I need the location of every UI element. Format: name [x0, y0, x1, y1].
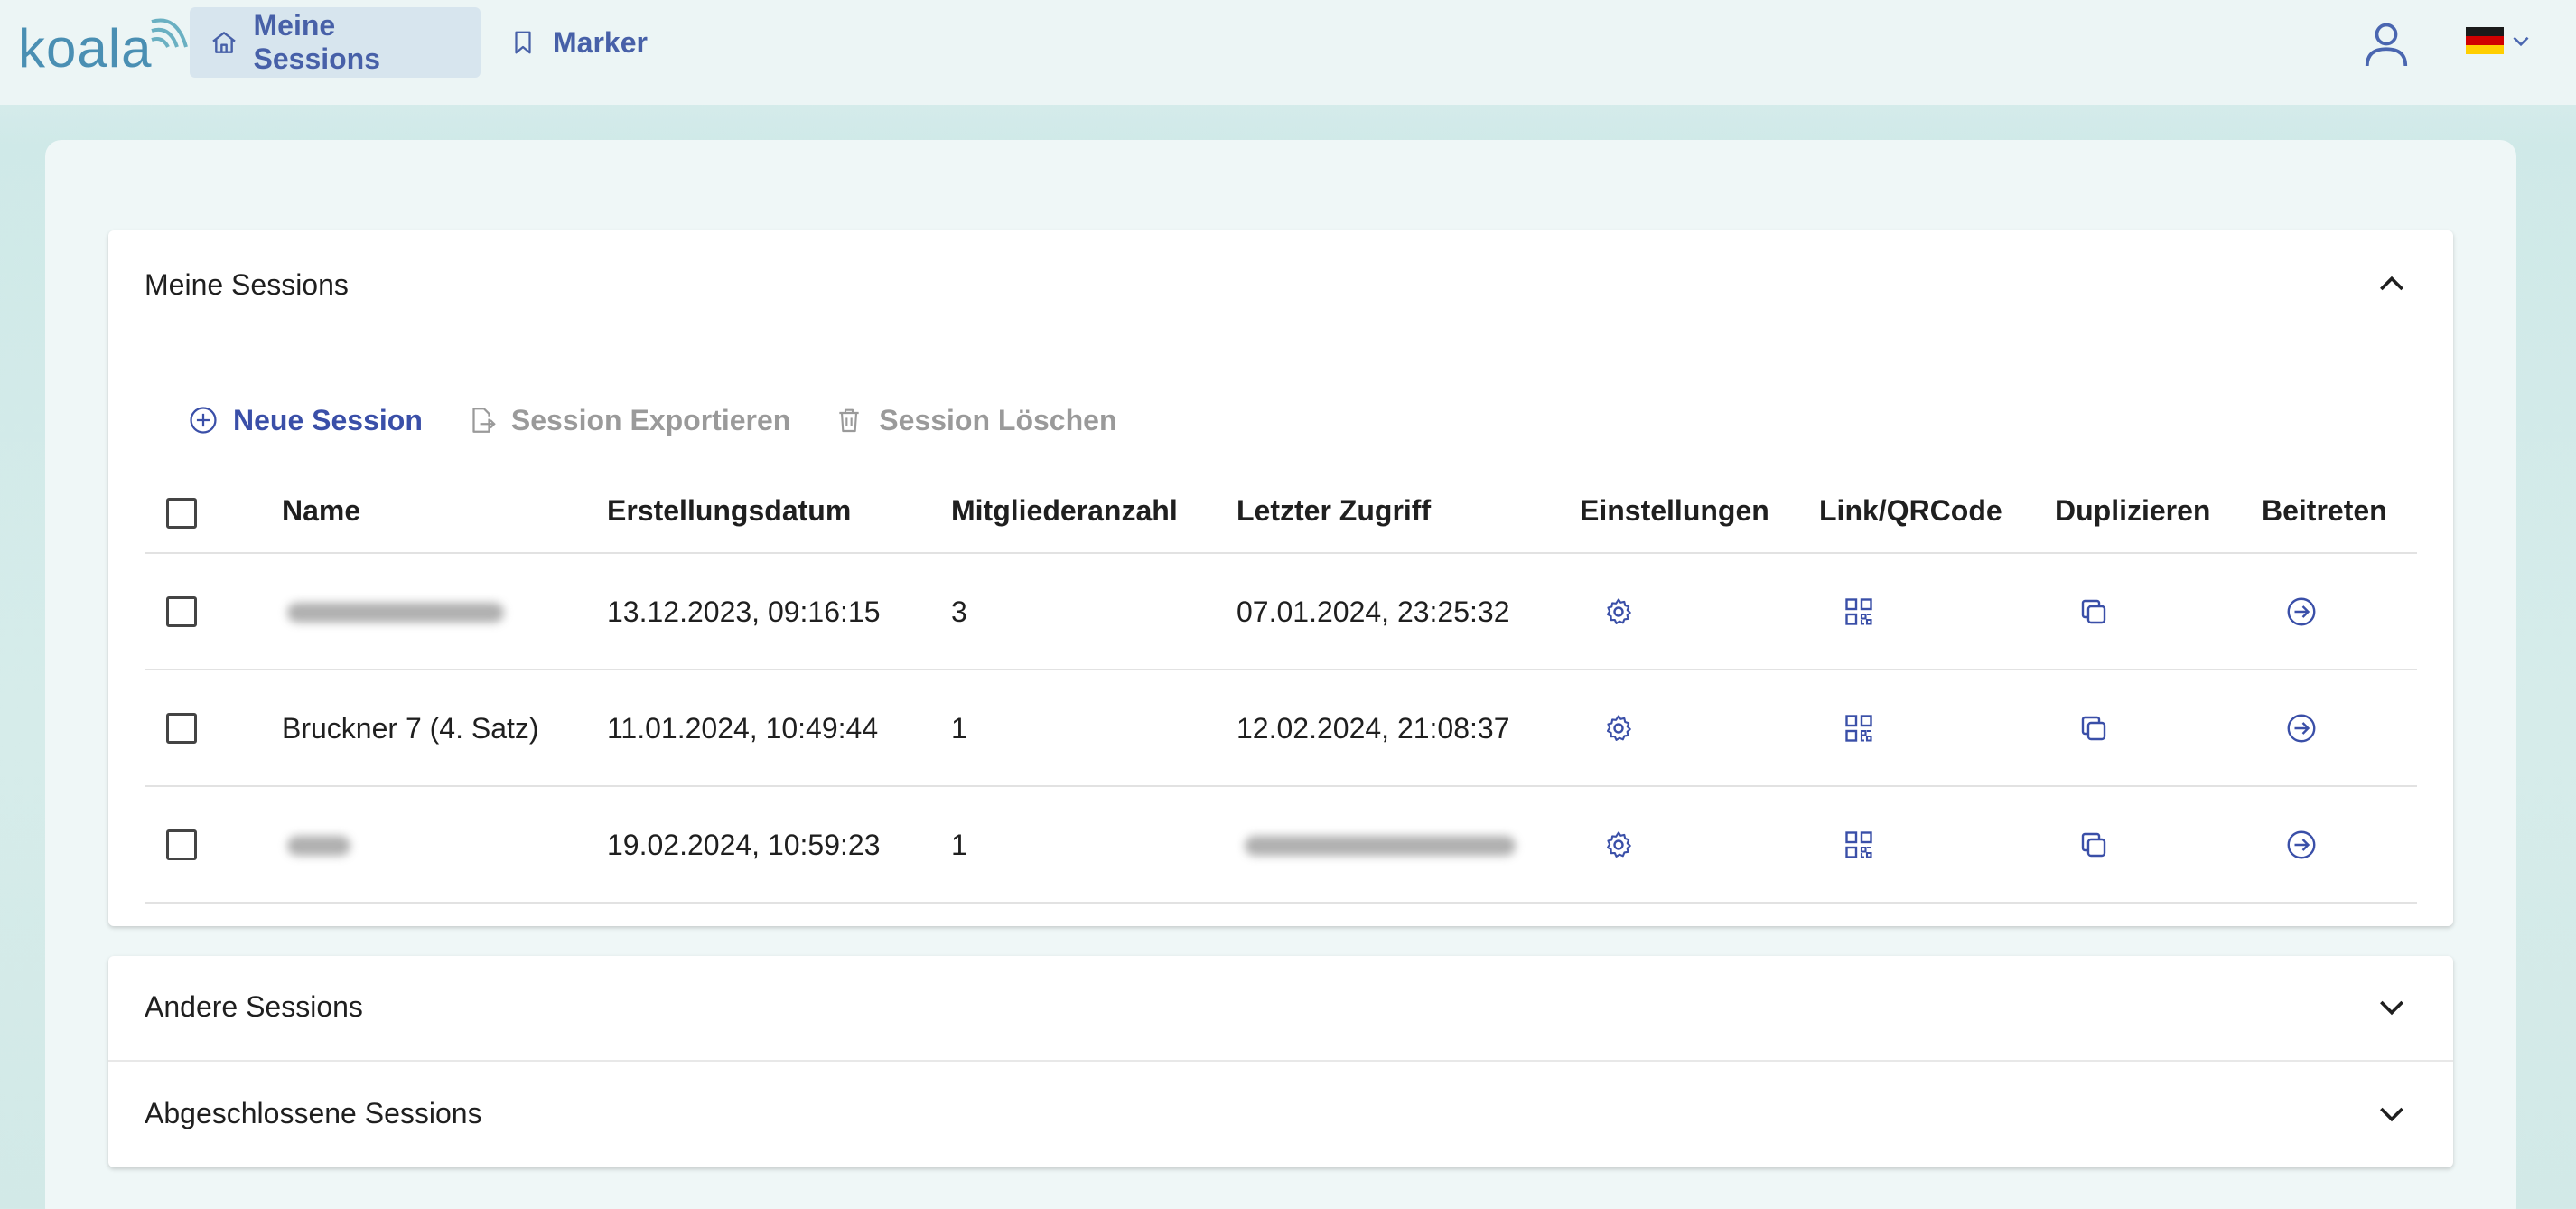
column-header-created[interactable]: Erstellungsdatum — [607, 494, 851, 528]
join-arrow-icon[interactable] — [2283, 827, 2319, 863]
row-created: 11.01.2024, 10:49:44 — [607, 712, 879, 745]
delete-session-button[interactable]: Session Löschen — [832, 403, 1116, 437]
duplicate-icon[interactable] — [2076, 710, 2112, 746]
nav-marker[interactable]: Marker — [488, 7, 667, 78]
panel-divider — [108, 1060, 2453, 1062]
chevron-down-icon[interactable] — [2374, 1095, 2410, 1131]
column-header-link: Link/QRCode — [1819, 494, 2002, 527]
chevron-up-icon[interactable] — [2374, 267, 2410, 303]
koala-logo[interactable]: koala — [18, 13, 188, 79]
table-divider — [145, 669, 2417, 670]
column-header-join: Beitreten — [2262, 494, 2387, 527]
bookmark-icon — [508, 27, 538, 58]
row-created: 13.12.2023, 09:16:15 — [607, 595, 881, 628]
settings-gear-icon[interactable] — [1601, 827, 1637, 863]
export-icon — [464, 403, 499, 437]
row-last-access: 07.01.2024, 23:25:32 — [1237, 595, 1510, 628]
column-header-last-access[interactable]: Letzter Zugriff — [1237, 494, 1431, 528]
de-flag-icon — [2466, 27, 2504, 54]
join-arrow-icon[interactable] — [2283, 594, 2319, 630]
join-arrow-icon[interactable] — [2283, 710, 2319, 746]
delete-session-label: Session Löschen — [879, 403, 1117, 436]
session-toolbar: Neue Session Session Exportieren Session… — [186, 393, 1158, 447]
row-members: 1 — [951, 829, 967, 861]
qr-code-icon[interactable] — [1841, 594, 1877, 630]
table-divider — [145, 785, 2417, 787]
select-all-checkbox[interactable] — [166, 498, 197, 529]
redacted-name — [287, 603, 504, 623]
logo-text: koala — [18, 18, 153, 79]
row-members: 3 — [951, 595, 967, 628]
redacted-name — [287, 836, 350, 856]
export-session-label: Session Exportieren — [510, 403, 791, 436]
qr-code-icon[interactable] — [1841, 710, 1877, 746]
signal-waves-icon — [151, 18, 188, 48]
redacted-last-access — [1245, 836, 1516, 856]
duplicate-icon[interactable] — [2076, 594, 2112, 630]
row-checkbox[interactable] — [166, 829, 197, 860]
my-sessions-panel: Meine Sessions Neue Session Session Expo… — [108, 230, 2453, 926]
column-header-settings: Einstellungen — [1580, 494, 1769, 527]
chevron-down-icon — [2513, 36, 2529, 47]
nav-meine-sessions[interactable]: Meine Sessions — [190, 7, 481, 78]
closed-sessions-header[interactable]: Abgeschlossene Sessions — [145, 1097, 482, 1130]
language-selector[interactable] — [2466, 27, 2533, 54]
row-members: 1 — [951, 712, 967, 745]
duplicate-icon[interactable] — [2076, 827, 2112, 863]
user-account-icon[interactable] — [2359, 16, 2413, 70]
column-header-name[interactable]: Name — [282, 494, 360, 528]
row-created: 19.02.2024, 10:59:23 — [607, 829, 881, 861]
qr-code-icon[interactable] — [1841, 827, 1877, 863]
settings-gear-icon[interactable] — [1601, 594, 1637, 630]
column-header-members[interactable]: Mitgliederanzahl — [951, 494, 1178, 528]
table-divider — [145, 902, 2417, 904]
export-session-button[interactable]: Session Exportieren — [464, 403, 790, 437]
new-session-label: Neue Session — [233, 403, 423, 436]
row-checkbox[interactable] — [166, 713, 197, 744]
chevron-down-icon[interactable] — [2374, 989, 2410, 1025]
trash-icon — [832, 403, 866, 437]
new-session-button[interactable]: Neue Session — [186, 403, 423, 437]
plus-circle-icon — [186, 403, 220, 437]
row-last-access: 12.02.2024, 21:08:37 — [1237, 712, 1510, 745]
table-divider — [145, 552, 2417, 554]
column-header-duplicate: Duplizieren — [2055, 494, 2211, 527]
collapsed-sessions-panel: Andere Sessions Abgeschlossene Sessions — [108, 956, 2453, 1167]
my-sessions-header[interactable]: Meine Sessions — [145, 268, 349, 302]
nav-label: Marker — [553, 25, 648, 59]
top-bar: koala Meine Sessions Marker — [0, 0, 2576, 105]
other-sessions-header[interactable]: Andere Sessions — [145, 990, 363, 1024]
home-icon — [210, 27, 239, 58]
row-name[interactable]: Bruckner 7 (4. Satz) — [282, 712, 539, 745]
settings-gear-icon[interactable] — [1601, 710, 1637, 746]
nav-label: Meine Sessions — [253, 9, 381, 75]
row-checkbox[interactable] — [166, 596, 197, 627]
